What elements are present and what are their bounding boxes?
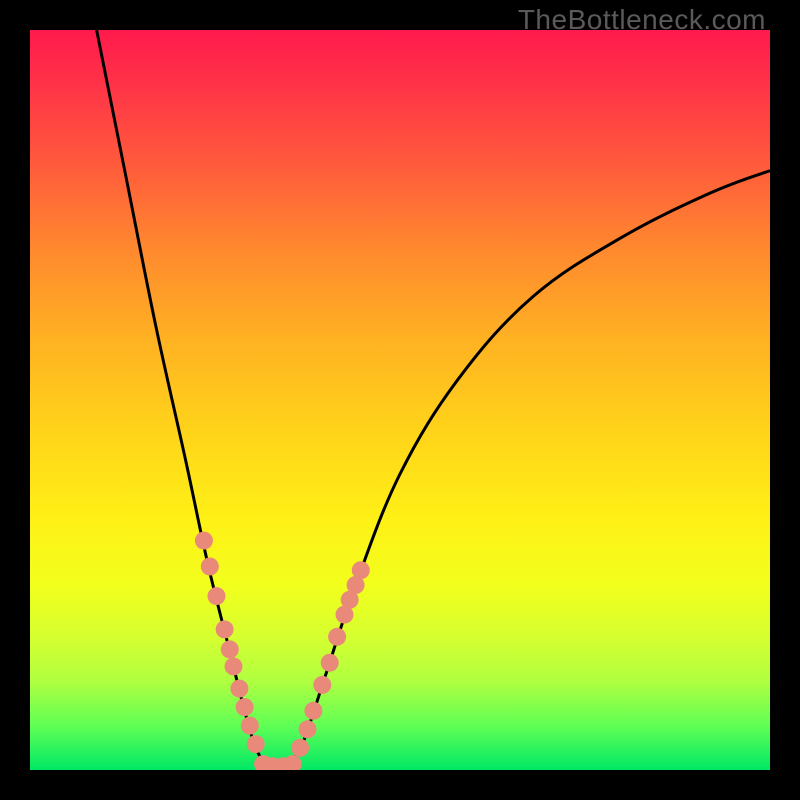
marker-dot	[328, 628, 346, 646]
marker-dot	[236, 698, 254, 716]
marker-dot	[201, 558, 219, 576]
curve-left-branch	[97, 30, 267, 766]
marker-dot	[230, 680, 248, 698]
marker-dot	[216, 620, 234, 638]
marker-dot	[207, 587, 225, 605]
marker-dot	[247, 735, 265, 753]
marker-dot	[313, 676, 331, 694]
marker-dot	[352, 561, 370, 579]
curve-svg	[30, 30, 770, 770]
marker-dot	[321, 654, 339, 672]
marker-dot	[221, 640, 239, 658]
marker-dot	[304, 702, 322, 720]
marker-group	[195, 532, 370, 770]
marker-dot	[195, 532, 213, 550]
curve-right-branch	[289, 171, 770, 767]
marker-dot	[291, 739, 309, 757]
plot-area	[30, 30, 770, 770]
marker-dot	[241, 717, 259, 735]
marker-dot	[299, 720, 317, 738]
chart-container: TheBottleneck.com	[0, 0, 800, 800]
marker-dot	[225, 657, 243, 675]
marker-dot	[284, 755, 302, 770]
